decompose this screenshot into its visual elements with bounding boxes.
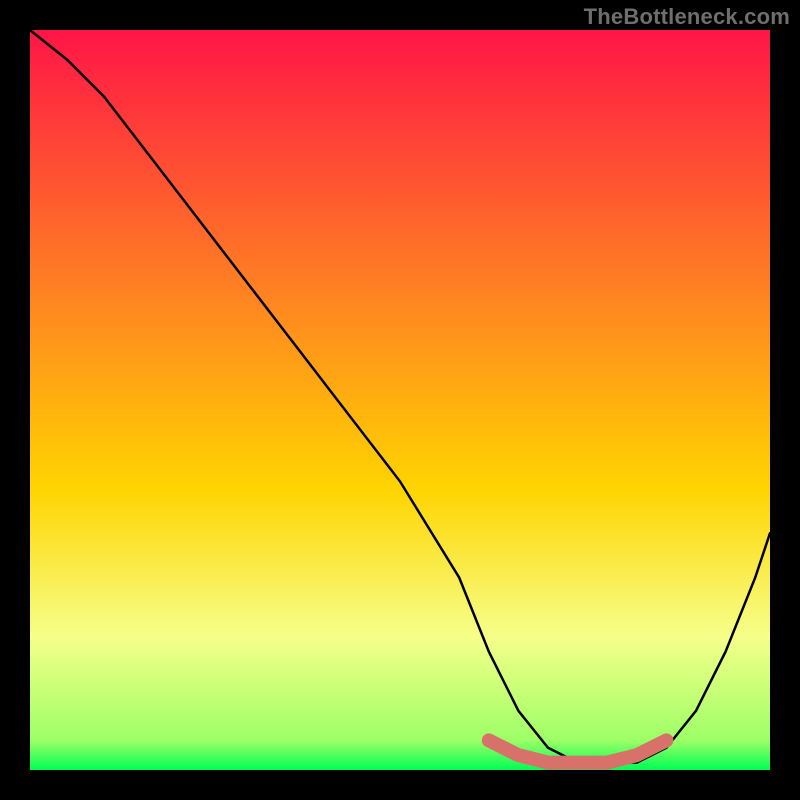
chart-frame: TheBottleneck.com	[0, 0, 800, 800]
gradient-plot-area	[30, 30, 770, 770]
watermark-text: TheBottleneck.com	[584, 4, 790, 30]
bottleneck-chart	[0, 0, 800, 800]
